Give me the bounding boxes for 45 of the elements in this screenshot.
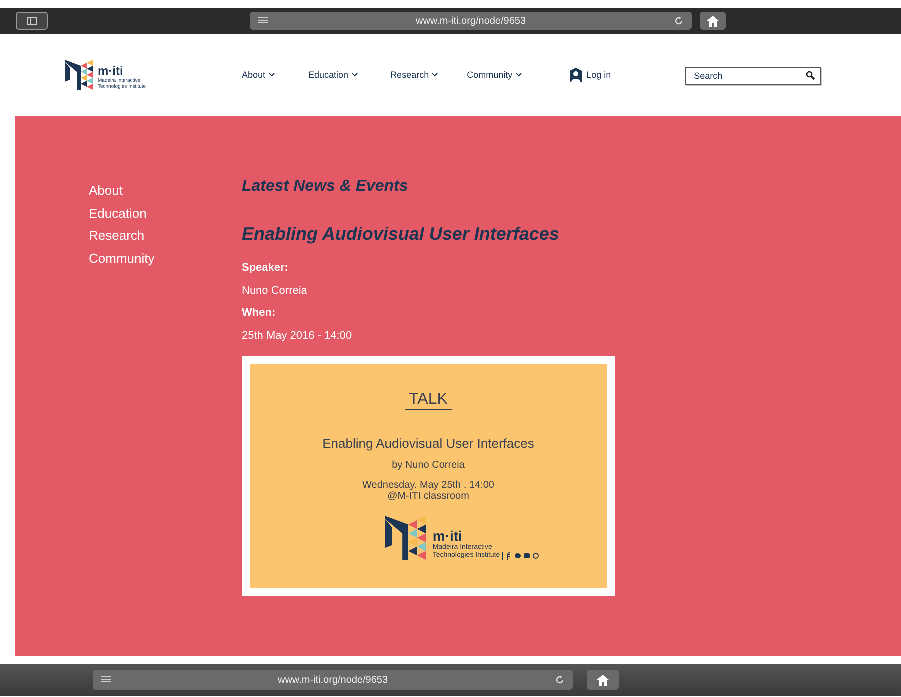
sidebar-link[interactable]: Education [89, 202, 147, 225]
user-icon [568, 68, 583, 82]
home-icon [707, 16, 719, 26]
nav-link[interactable]: About [242, 70, 275, 80]
search-field[interactable]: Search [685, 67, 822, 85]
reader-icon [101, 676, 111, 684]
login-link[interactable]: Log in [568, 68, 612, 82]
caret-icon [268, 73, 275, 77]
nav-link[interactable]: Community [467, 70, 522, 80]
sidebar-link[interactable]: About [89, 180, 123, 202]
caret-icon [352, 73, 358, 77]
poster-date: Wednesday. May 25th . 14:00 [362, 480, 494, 491]
sidebar-button[interactable] [16, 12, 48, 30]
field-label: Speaker: [242, 261, 290, 276]
sidebar-link[interactable]: Community [89, 248, 155, 270]
sidebar-link[interactable]: Research [89, 225, 145, 248]
url-text: www.m-iti.org/node/9653 [276, 674, 390, 686]
logo-icon [384, 516, 429, 560]
nav-link[interactable]: Education [308, 70, 358, 80]
home-button[interactable] [700, 12, 726, 30]
caret-icon [432, 73, 438, 77]
sidebar-icon [27, 17, 37, 25]
reload-icon[interactable] [674, 16, 684, 26]
event-title: Enabling Audiovisual User Interfaces [242, 224, 560, 245]
poster-byline: by Nuno Correia [392, 460, 465, 471]
home-icon [597, 674, 609, 686]
reload-icon[interactable] [555, 675, 565, 685]
caret-icon [516, 73, 522, 77]
poster-title: Enabling Audiovisual User Interfaces [322, 436, 534, 451]
search-icon[interactable] [806, 71, 816, 80]
field-value: Nuno Correia [242, 284, 308, 298]
section-heading: Latest News & Events [242, 178, 410, 196]
poster-heading: TALK [405, 391, 452, 410]
url-text: www.m-iti.org/node/9653 [414, 16, 528, 26]
field-value: 25th May 2016 - 14:00 [242, 328, 354, 344]
logo-icon [65, 60, 95, 90]
reader-icon [258, 17, 268, 25]
logo-text: m·iti [432, 528, 462, 544]
address-bar[interactable]: www.m-iti.org/node/9653 [93, 670, 573, 690]
logo-text: m·iti [98, 64, 124, 78]
nav-link[interactable]: Research [390, 70, 438, 80]
field-label: When: [242, 306, 277, 321]
address-bar[interactable]: www.m-iti.org/node/9653 [250, 12, 692, 30]
home-button[interactable] [587, 670, 619, 690]
poster-location: @M-ITI classroom [388, 491, 470, 502]
